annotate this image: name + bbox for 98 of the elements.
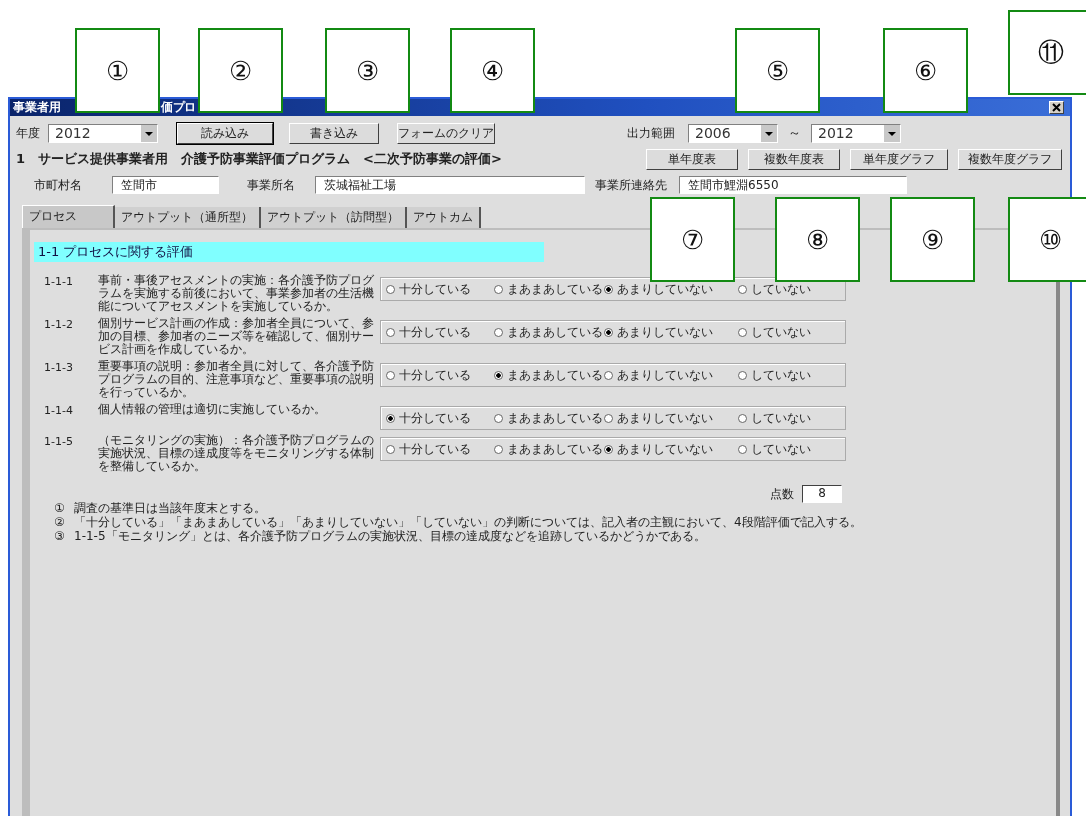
callout-label: ⑨: [890, 197, 975, 282]
radio-button[interactable]: [604, 284, 613, 294]
item-question: 事前・事後アセスメントの実施：各介護予防プログラムを実施する前後において、事業参加者の生活機能についてアセスメントを実施しているか。: [98, 274, 375, 313]
field-label: 事業所連絡先: [595, 176, 667, 194]
range-label: 出力範囲: [627, 124, 675, 142]
radio-option[interactable]: 十分している: [386, 323, 494, 341]
radio-option[interactable]: まあまあしている: [494, 280, 604, 298]
callout-label: ⑩: [1008, 197, 1086, 282]
close-button[interactable]: [1049, 101, 1064, 114]
radio-button[interactable]: [386, 444, 395, 454]
tab[interactable]: アウトプット（通所型）: [115, 207, 261, 228]
year-dropdown[interactable]: 2012: [48, 123, 158, 143]
radio-button[interactable]: [604, 413, 613, 423]
callout-label: ⑧: [775, 197, 860, 282]
radio-option[interactable]: していない: [738, 440, 811, 458]
toolbar-button[interactable]: 読み込み: [177, 122, 273, 144]
radio-option[interactable]: 十分している: [386, 280, 494, 298]
radio-option[interactable]: していない: [738, 366, 811, 384]
callout-label: ③: [325, 28, 410, 113]
window-title: 事業者用: [13, 99, 62, 116]
tab[interactable]: プロセス: [22, 205, 115, 228]
item-question: （モニタリングの実施）：各介護予防プログラムの実施状況、目標の達成度等をモニタリングする体制を整備しているか。: [98, 434, 375, 473]
radio-button[interactable]: [494, 284, 503, 294]
radio-button[interactable]: [386, 413, 395, 423]
report-button[interactable]: 複数年度グラフ: [958, 148, 1062, 170]
radio-option[interactable]: していない: [738, 280, 811, 298]
end-year-dropdown[interactable]: 2012: [811, 123, 901, 143]
window-title: 価プロ: [161, 99, 196, 116]
radio-option[interactable]: まあまあしている: [494, 323, 604, 341]
callout-label: ⑥: [883, 28, 968, 113]
toolbar-button[interactable]: フォームのクリア: [397, 122, 495, 144]
radio-option[interactable]: まあまあしている: [494, 440, 604, 458]
text-field[interactable]: 笠間市鯉淵6550: [679, 176, 907, 194]
radio-button[interactable]: [604, 327, 613, 337]
radio-button[interactable]: [494, 444, 503, 454]
score-field[interactable]: 8: [802, 485, 842, 503]
form-heading: 1 サービス提供事業者用 介護予防事業評価プログラム <二次予防事業の評価>: [16, 150, 503, 168]
radio-button[interactable]: [494, 413, 503, 423]
radio-button[interactable]: [494, 370, 503, 380]
callout-label: ⑪: [1008, 10, 1086, 95]
item-number: 1-1-5: [44, 434, 74, 448]
tab[interactable]: アウトプット（訪問型）: [261, 207, 407, 228]
item-question: 個別サービス計画の作成：参加者全員について、参加の目標、参加者のニーズ等を確認して、個別サービス計画を作成しているか。: [98, 317, 375, 356]
radio-button[interactable]: [604, 444, 613, 454]
close-icon: [1052, 103, 1061, 112]
year-label: 年度: [16, 124, 40, 142]
radio-option[interactable]: 十分している: [386, 409, 494, 427]
radio-option[interactable]: まあまあしている: [494, 409, 604, 427]
radio-button[interactable]: [738, 413, 747, 423]
tab[interactable]: アウトカム: [407, 207, 481, 228]
toolbar-button[interactable]: 書き込み: [289, 122, 379, 144]
radio-button[interactable]: [494, 327, 503, 337]
radio-option[interactable]: あまりしていない: [604, 409, 738, 427]
note-marker: ①: [54, 501, 66, 515]
field-label: 事業所名: [247, 176, 295, 194]
radio-button[interactable]: [738, 370, 747, 380]
text-field[interactable]: 茨城福祉工場: [315, 176, 585, 194]
item-question: 個人情報の管理は適切に実施しているか。: [98, 403, 327, 416]
text-field[interactable]: 笠間市: [112, 176, 219, 194]
item-number: 1-1-4: [44, 403, 74, 417]
radio-button[interactable]: [386, 327, 395, 337]
report-button[interactable]: 単年度グラフ: [850, 148, 948, 170]
radio-option[interactable]: まあまあしている: [494, 366, 604, 384]
radio-button[interactable]: [604, 370, 613, 380]
note-text: 1-1-5「モニタリング」とは、各介護予防プログラムの実施状況、目標の達成度などを追跡しているかどうかである。: [74, 529, 706, 543]
item-number: 1-1-1: [44, 274, 74, 288]
radio-button[interactable]: [738, 327, 747, 337]
radio-option[interactable]: あまりしていない: [604, 366, 738, 384]
radio-option[interactable]: していない: [738, 323, 811, 341]
callout-label: ②: [198, 28, 283, 113]
radio-option[interactable]: あまりしていない: [604, 440, 738, 458]
radio-button[interactable]: [738, 284, 747, 294]
item-number: 1-1-2: [44, 317, 74, 331]
radio-option[interactable]: 十分している: [386, 440, 494, 458]
range-separator: ～: [788, 124, 801, 142]
radio-button[interactable]: [386, 284, 395, 294]
start-year-dropdown[interactable]: 2006: [688, 123, 778, 143]
note-marker: ②: [54, 515, 66, 529]
radio-button[interactable]: [738, 444, 747, 454]
callout-label: ④: [450, 28, 535, 113]
field-label: 市町村名: [34, 176, 82, 194]
note-text: 調査の基準日は当該年度末とする。: [74, 501, 266, 515]
item-number: 1-1-3: [44, 360, 74, 374]
radio-option[interactable]: していない: [738, 409, 811, 427]
radio-option[interactable]: 十分している: [386, 366, 494, 384]
radio-option[interactable]: あまりしていない: [604, 323, 738, 341]
section-header: 1-1 プロセスに関する評価: [34, 242, 544, 262]
report-button[interactable]: 複数年度表: [748, 148, 840, 170]
callout-label: ①: [75, 28, 160, 113]
item-question: 重要事項の説明：参加者全員に対して、各介護予防プログラムの目的、注意事項など、重要事項の説明を行っているか。: [98, 360, 375, 399]
note-marker: ③: [54, 529, 66, 543]
callout-label: ⑦: [650, 197, 735, 282]
report-button[interactable]: 単年度表: [646, 148, 738, 170]
score-label: 点数: [770, 485, 794, 503]
note-text: 「十分している」「まあまあしている」「あまりしていない」「していない」の判断については、記入者の主観において、4段階評価で記入する。: [74, 515, 862, 529]
callout-label: ⑤: [735, 28, 820, 113]
radio-button[interactable]: [386, 370, 395, 380]
radio-option[interactable]: あまりしていない: [604, 280, 738, 298]
